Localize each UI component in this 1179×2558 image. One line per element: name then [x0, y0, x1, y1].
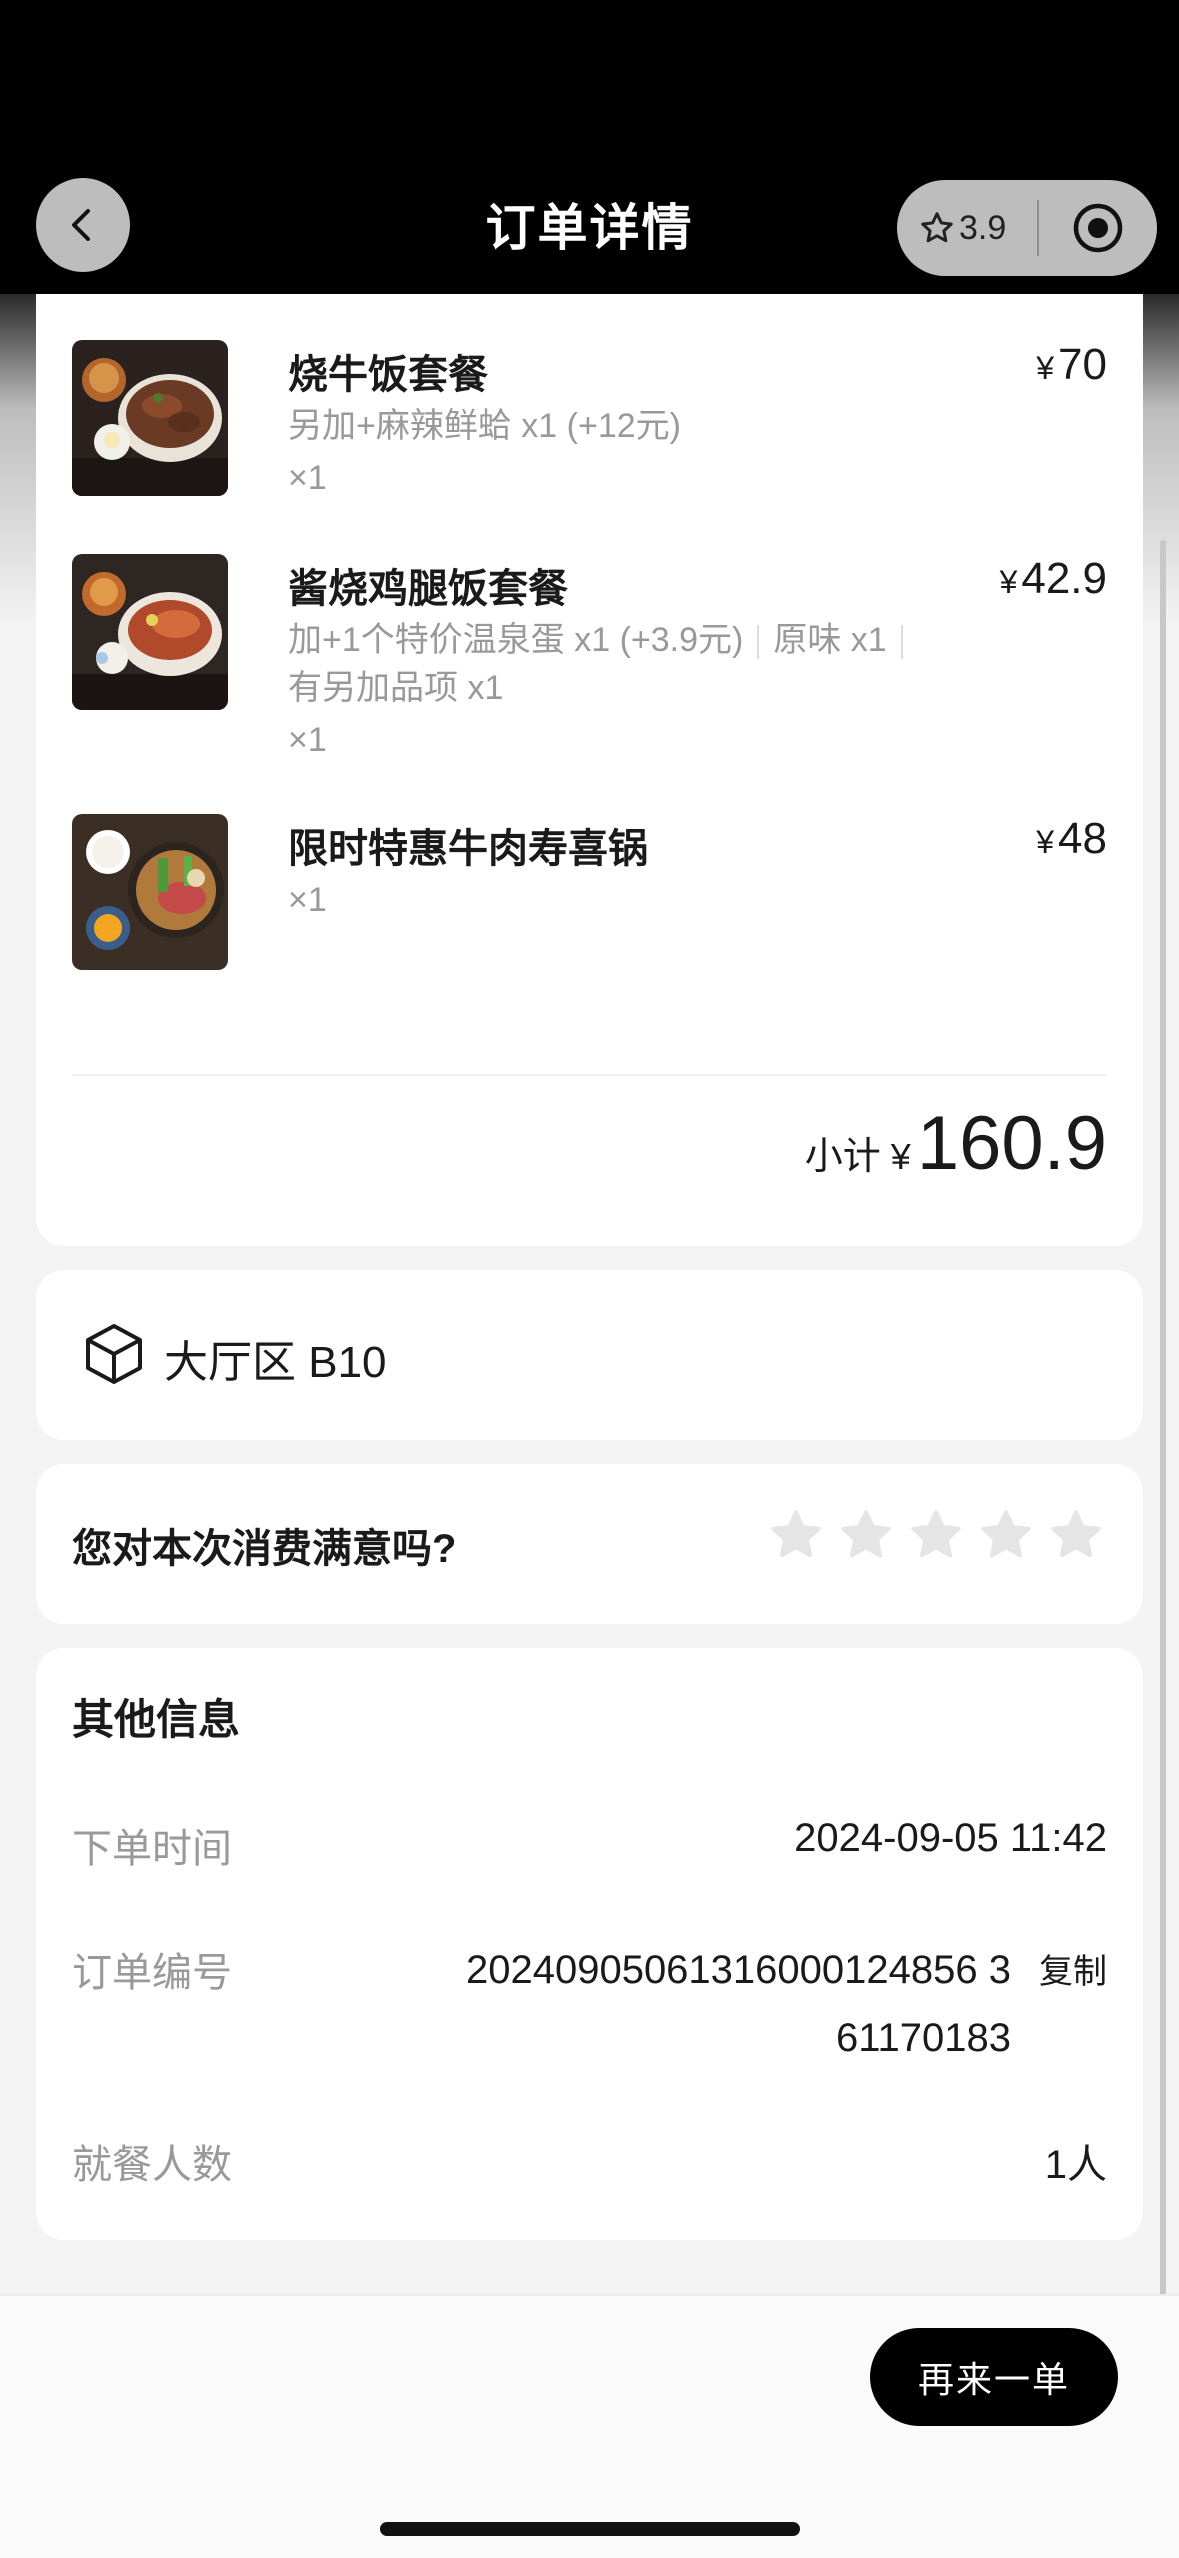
table-number: 大厅区 B10: [164, 1338, 387, 1387]
star-outline-icon: [921, 212, 953, 243]
item-image: [72, 814, 228, 970]
item-quantity: ×1: [288, 721, 327, 759]
cube-icon: [86, 1324, 142, 1384]
rating-question: 您对本次消费满意吗?: [72, 1527, 457, 1571]
star-icon[interactable]: [767, 1506, 825, 1564]
item-quantity: ×1: [288, 459, 327, 497]
diners-value: 1人: [1044, 2143, 1107, 2187]
other-info-card: 其他信息 下单时间 2024-09-05 11:42 订单编号 20240905…: [36, 1648, 1143, 2240]
copy-order-number-button[interactable]: 复制: [1039, 1944, 1107, 1993]
rating-card: 您对本次消费满意吗?: [36, 1464, 1143, 1624]
star-icon[interactable]: [1047, 1506, 1105, 1564]
subtotal-currency: ¥: [890, 1136, 911, 1177]
item-quantity: ×1: [288, 881, 327, 919]
item-options: 加+1个特价温泉蛋 x1 (+3.9元) 原味 x1: [288, 616, 917, 664]
diners-label: 就餐人数: [72, 2143, 232, 2187]
mini-program-capsule: 3.9: [897, 180, 1157, 276]
item-image: [72, 340, 228, 496]
order-item[interactable]: 酱烧鸡腿饭套餐 ¥42.9 加+1个特价温泉蛋 x1 (+3.9元) 原味 x1 …: [72, 554, 1107, 774]
order-number-value: 20240905061316000124856 3 61170183: [465, 1948, 1011, 2060]
item-price: ¥70: [1036, 340, 1107, 389]
subtotal-divider: [72, 1074, 1107, 1076]
item-name: 酱烧鸡腿饭套餐: [288, 567, 568, 611]
item-name: 限时特惠牛肉寿喜锅: [288, 827, 648, 871]
star-rating[interactable]: [767, 1506, 1105, 1564]
home-indicator[interactable]: [380, 2522, 800, 2536]
star-icon[interactable]: [907, 1506, 965, 1564]
item-name: 烧牛饭套餐: [288, 353, 488, 397]
reorder-button[interactable]: 再来一单: [870, 2328, 1118, 2426]
bottom-action-bar: 再来一单: [0, 2294, 1179, 2558]
scrollbar[interactable]: [1160, 540, 1166, 2400]
order-time-value: 2024-09-05 11:42: [794, 1816, 1107, 1860]
section-title: 其他信息: [72, 1696, 241, 1743]
rating-button[interactable]: 3.9: [897, 209, 1037, 248]
subtotal-value: 160.9: [916, 1101, 1107, 1186]
item-options-line2: 有另加品项 x1: [288, 669, 504, 707]
close-mini-program-button[interactable]: [1039, 201, 1157, 255]
nav-bar: 订单详情 3.9: [0, 0, 1179, 294]
order-item[interactable]: 烧牛饭套餐 ¥70 另加+麻辣鲜蛤 x1 (+12元) ×1: [72, 340, 1107, 510]
subtotal-label: 小计: [804, 1136, 881, 1178]
item-image: [72, 554, 228, 710]
target-icon: [1073, 203, 1123, 253]
item-options: 另加+麻辣鲜蛤 x1 (+12元): [288, 407, 681, 445]
rating-value: 3.9: [959, 208, 1007, 247]
order-number-label: 订单编号: [72, 1951, 232, 1995]
table-card: 大厅区 B10: [36, 1270, 1143, 1440]
order-items-card: 烧牛饭套餐 ¥70 另加+麻辣鲜蛤 x1 (+12元) ×1 酱烧鸡腿饭套餐 ¥…: [36, 260, 1143, 1246]
star-icon[interactable]: [837, 1506, 895, 1564]
item-price: ¥42.9: [999, 554, 1107, 603]
star-icon[interactable]: [977, 1506, 1035, 1564]
item-price: ¥48: [1036, 814, 1107, 863]
order-item[interactable]: 限时特惠牛肉寿喜锅 ¥48 ×1: [72, 814, 1107, 974]
order-time-label: 下单时间: [72, 1827, 232, 1871]
subtotal: 小计 ¥ 160.9: [805, 1100, 1107, 1187]
